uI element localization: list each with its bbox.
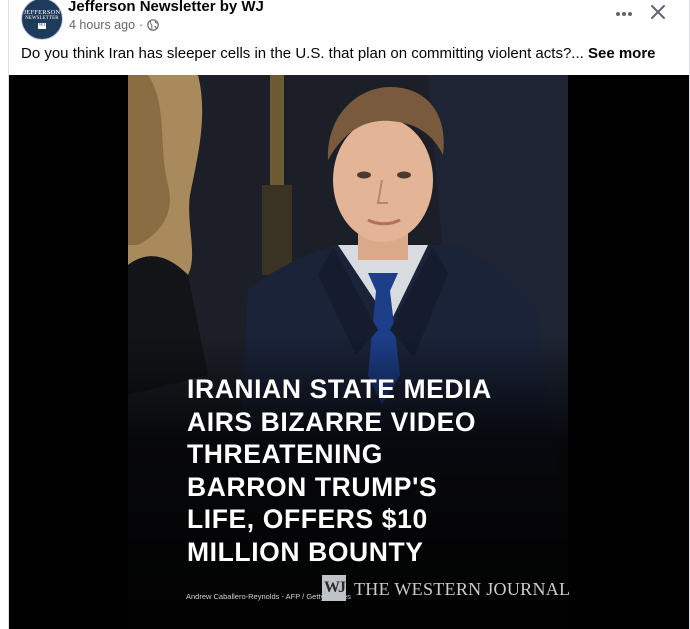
headline-line: LIFE, OFFERS $10: [187, 504, 428, 534]
see-more-link[interactable]: See more: [588, 45, 656, 62]
more-options-icon: [615, 4, 633, 22]
close-icon: [650, 4, 666, 25]
publisher-name: THE WESTERN JOURNAL: [354, 579, 571, 599]
more-options-button[interactable]: [611, 2, 637, 24]
headline-line: IRANIAN STATE MEDIA: [187, 374, 492, 404]
avatar-line-2: NEWSLETTER: [25, 16, 59, 21]
post-timestamp[interactable]: 4 hours ago: [69, 18, 135, 32]
post-media[interactable]: IRANIAN STATE MEDIA AIRS BIZARRE VIDEO T…: [9, 75, 689, 629]
post-header: JEFFERSON NEWSLETTER WJ Jefferson Newsle…: [9, 0, 689, 40]
headline-line: BARRON TRUMP'S: [187, 471, 438, 502]
post-card: JEFFERSON NEWSLETTER WJ Jefferson Newsle…: [8, 0, 690, 629]
avatar-line-1: JEFFERSON: [23, 9, 61, 16]
headline-line: MILLION BOUNTY: [187, 536, 424, 567]
headline-line: AIRS BIZARRE VIDEO: [187, 406, 477, 437]
publisher-logo: WJ: [322, 575, 346, 601]
post-caption: Do you think Iran has sleeper cells in t…: [21, 45, 681, 62]
globe-icon: [147, 19, 160, 31]
headline-line: THREATENING: [187, 439, 384, 469]
page-name-link[interactable]: Jefferson Newsletter by WJ: [68, 0, 264, 15]
page-avatar[interactable]: JEFFERSON NEWSLETTER WJ: [21, 0, 63, 40]
close-button[interactable]: [645, 2, 671, 26]
meta-separator: ·: [139, 18, 144, 32]
news-headline: IRANIAN STATE MEDIA AIRS BIZARRE VIDEO T…: [187, 373, 547, 568]
post-meta: 4 hours ago ·: [69, 18, 160, 32]
caption-text: Do you think Iran has sleeper cells in t…: [21, 45, 584, 62]
avatar-line-3: WJ: [37, 23, 47, 29]
